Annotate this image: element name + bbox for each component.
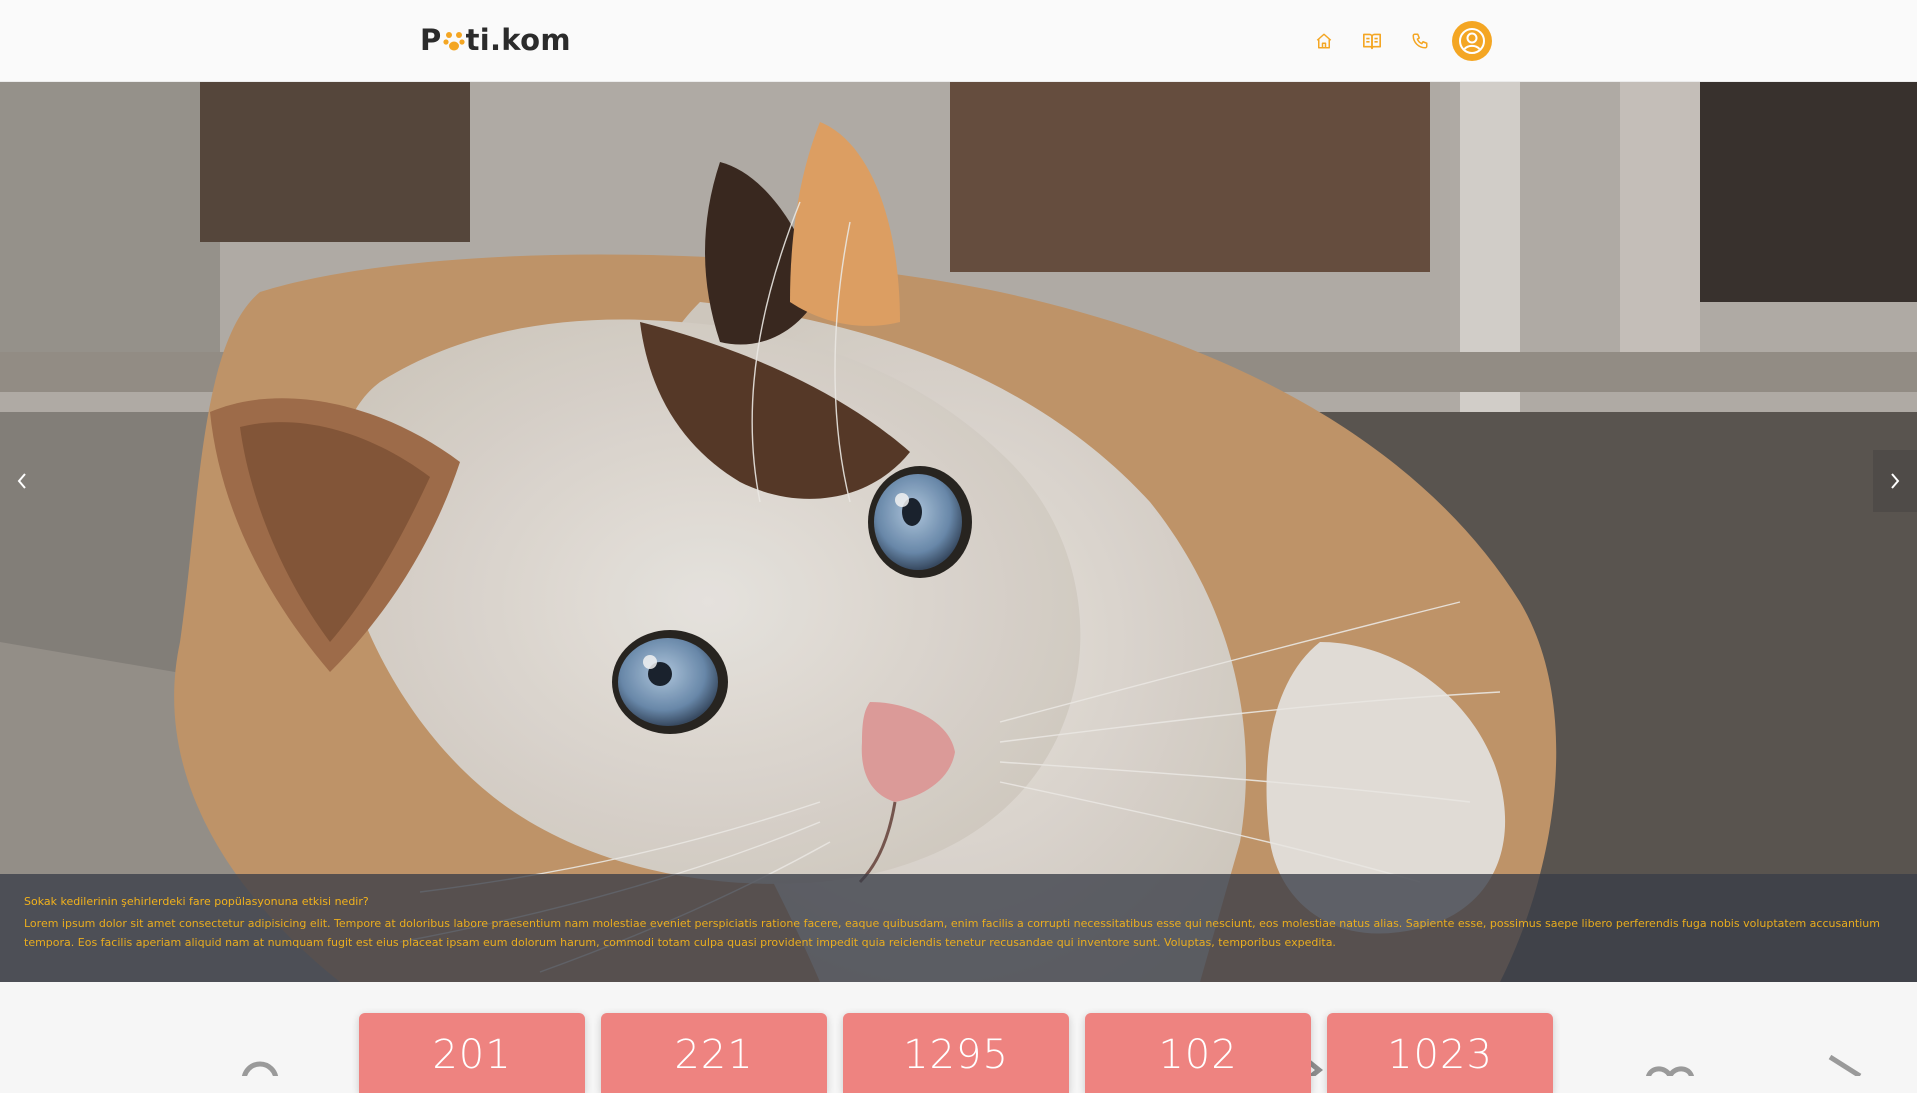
chevron-right-icon bbox=[1891, 473, 1900, 489]
home-icon[interactable] bbox=[1300, 22, 1348, 60]
user-icon bbox=[1459, 28, 1485, 54]
stat-card: 201 bbox=[359, 1013, 585, 1093]
hero-cat-image bbox=[0, 82, 1917, 982]
site-logo[interactable]: P ti.kom bbox=[420, 20, 571, 60]
main-nav bbox=[1300, 21, 1492, 61]
stat-card: 1023 bbox=[1327, 1013, 1553, 1093]
book-icon[interactable] bbox=[1348, 22, 1396, 60]
stat-card: 102 bbox=[1085, 1013, 1311, 1093]
hero-slider[interactable]: Sokak kedilerinin şehirlerdeki fare popü… bbox=[0, 82, 1917, 982]
chevron-left-icon bbox=[17, 473, 26, 489]
stat-value: 1023 bbox=[1387, 1032, 1493, 1078]
logo-suffix: ti.kom bbox=[465, 23, 571, 57]
slider-prev-button[interactable] bbox=[0, 450, 44, 512]
profile-button[interactable] bbox=[1452, 21, 1492, 61]
search-icon bbox=[241, 1061, 279, 1076]
slide-caption-text: Lorem ipsum dolor sit amet consectetur a… bbox=[24, 917, 1880, 949]
paw-icon bbox=[442, 27, 465, 53]
phone-icon[interactable] bbox=[1396, 22, 1444, 60]
play-icon bbox=[1828, 1055, 1862, 1076]
top-navbar: P ti.kom bbox=[0, 0, 1917, 82]
stat-value: 102 bbox=[1158, 1032, 1238, 1078]
stats-row: 201 221 1295 102 1023 bbox=[359, 1013, 1553, 1093]
stat-value: 221 bbox=[674, 1032, 754, 1078]
stat-value: 1295 bbox=[903, 1032, 1009, 1078]
slide-caption: Sokak kedilerinin şehirlerdeki fare popü… bbox=[0, 874, 1917, 982]
slider-next-button[interactable] bbox=[1873, 450, 1917, 512]
slide-caption-title: Sokak kedilerinin şehirlerdeki fare popü… bbox=[24, 895, 369, 908]
stat-value: 201 bbox=[432, 1032, 512, 1078]
infinity-icon bbox=[1646, 1066, 1694, 1076]
stat-card: 1295 bbox=[843, 1013, 1069, 1093]
stat-card: 221 bbox=[601, 1013, 827, 1093]
logo-prefix: P bbox=[420, 23, 442, 57]
